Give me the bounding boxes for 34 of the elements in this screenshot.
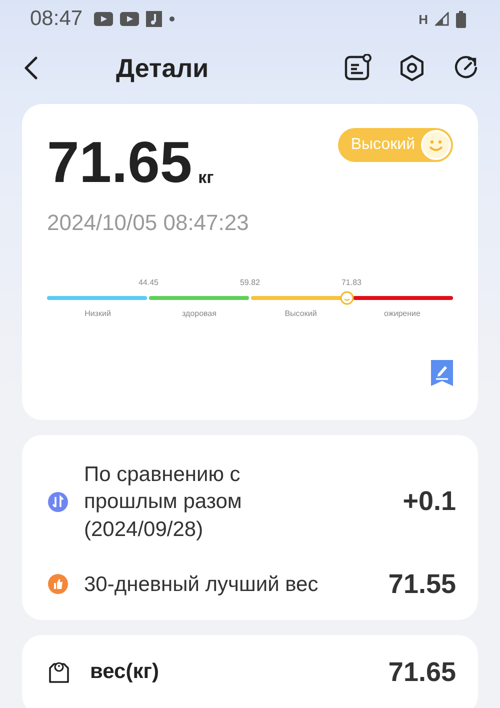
comparison-label: 30-дневный лучший вес [84, 572, 320, 598]
signal-icon [435, 12, 449, 26]
weight-unit: кг [198, 168, 214, 188]
notification-dot-icon [168, 16, 175, 22]
weight-value: 71.65 [47, 134, 192, 192]
scale-label: ожирение [383, 309, 422, 318]
scale-icon [48, 660, 70, 684]
network-type: H [418, 12, 428, 26]
music-app-icon [146, 11, 162, 27]
page-title: Детали [116, 52, 209, 84]
measurement-datetime: 2024/10/05 08:47:23 [47, 210, 250, 236]
scale-bound: 59.82 [240, 278, 260, 287]
change-icon [48, 492, 68, 512]
scale-label: Высокий [284, 309, 318, 318]
scale-bound: 44.45 [138, 278, 159, 287]
comparison-value: 71.55 [388, 568, 456, 600]
badge-text: Высокий [350, 136, 415, 154]
battery-icon [456, 10, 466, 28]
edit-icon[interactable] [431, 360, 453, 386]
metric-value: 71.65 [388, 656, 456, 688]
thumbs-up-icon [48, 574, 68, 594]
metric-label: вес(кг) [90, 660, 159, 684]
status-time: 08:47 [30, 7, 83, 31]
scale-label: Низкий [84, 309, 112, 318]
scale-bound: 71.83 [341, 278, 362, 287]
note-icon[interactable] [344, 54, 372, 82]
video-app-icon [120, 12, 139, 26]
back-icon[interactable] [24, 56, 38, 80]
settings-icon[interactable] [398, 54, 426, 82]
comparison-label: По сравнению с прошлым разом (2024/09/28) [84, 462, 243, 543]
scale-label: здоровая [181, 309, 218, 318]
video-app-icon [94, 12, 113, 26]
smiley-icon [421, 130, 451, 160]
comparison-value: +0.1 [402, 486, 456, 518]
